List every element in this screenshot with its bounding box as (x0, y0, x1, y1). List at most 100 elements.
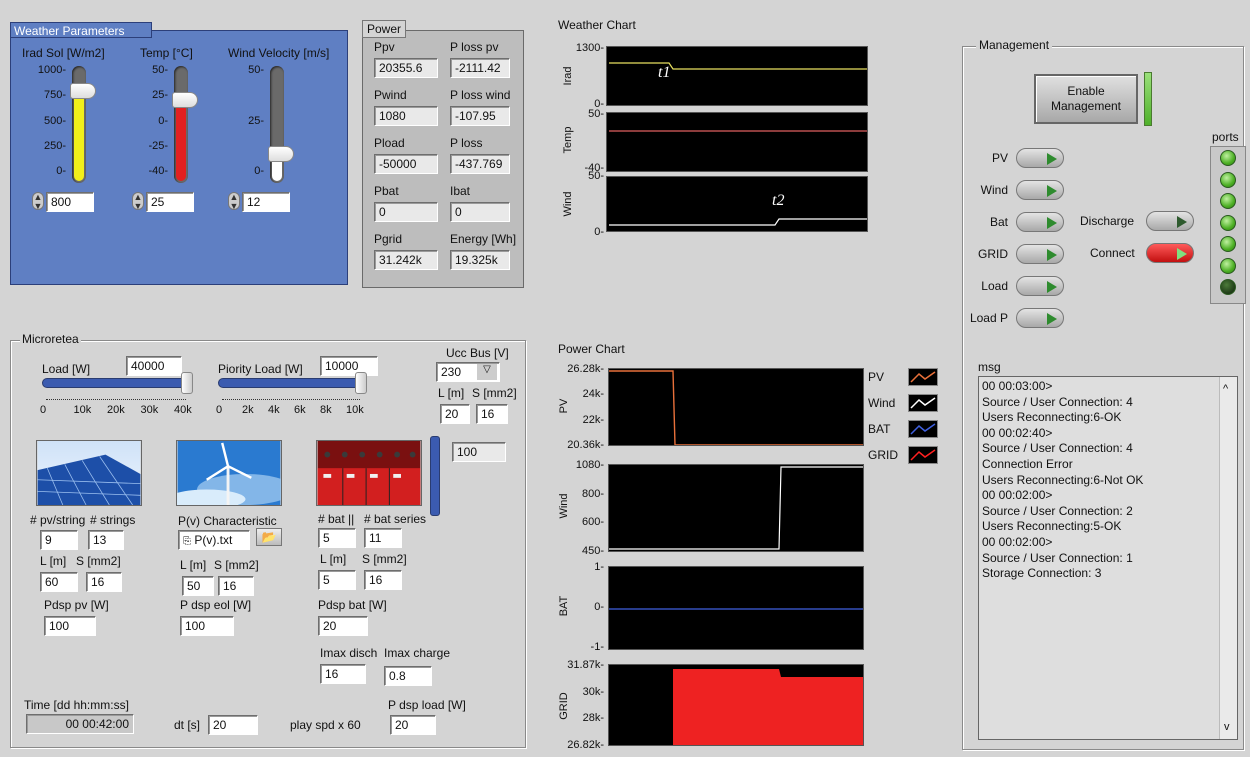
tick-label: 250- (43, 139, 66, 152)
temp-input[interactable]: 25 (146, 192, 194, 212)
load-label: Load [W] (42, 362, 91, 376)
wind-series-line (609, 218, 867, 226)
slider-tick-label: 10k (346, 404, 364, 416)
slider-tick-label: 2k (242, 404, 254, 416)
wind-power-series-line (609, 466, 863, 550)
scroll-down-icon[interactable]: v (1224, 721, 1230, 733)
toggle-knob (1047, 249, 1057, 261)
ucc-l-input[interactable]: 20 (440, 404, 470, 424)
wind-slider[interactable] (268, 66, 294, 183)
irad-label: Irad Sol [W/m2] (22, 46, 105, 60)
power-item-value: 19.325k (450, 250, 510, 270)
irad-input[interactable]: 800 (46, 192, 94, 212)
bat-s-label: S [mm2] (362, 552, 407, 566)
power-ytick: 1080- (575, 459, 604, 471)
folder-open-icon[interactable]: 📂 (256, 528, 282, 546)
msg-line: 00 00:02:00> (982, 534, 1053, 549)
msg-lines: 00 00:03:00> Source / User Connection: 4U… (982, 379, 1218, 582)
source-toggle[interactable] (1016, 276, 1064, 296)
source-label: GRID (978, 247, 1008, 261)
power-item-label: P loss wind (450, 88, 511, 102)
battery-bank-image (316, 440, 422, 506)
pdsp-eol-input[interactable]: 100 (180, 616, 234, 636)
wind-input[interactable]: 12 (242, 192, 290, 212)
pv-s-input[interactable]: 16 (86, 572, 122, 592)
wind-spinner[interactable]: ▲ ▼ (228, 192, 240, 211)
pv-l-input[interactable]: 60 (40, 572, 78, 592)
pv-string-input[interactable]: 9 (40, 530, 78, 550)
source-toggle[interactable] (1016, 148, 1064, 168)
power-ytick: 800- (581, 487, 604, 500)
ucc-s-input[interactable]: 16 (476, 404, 508, 424)
wind-slider-thumb[interactable] (268, 145, 294, 162)
source-toggle[interactable] (1016, 308, 1064, 328)
source-label: Load (981, 279, 1008, 293)
scroll-up-icon[interactable]: ^ (1223, 383, 1228, 395)
pdsp-load-input[interactable]: 20 (390, 715, 436, 735)
source-toggle[interactable] (1016, 212, 1064, 232)
bat-l-input[interactable]: 5 (318, 570, 356, 590)
priority-load-slider-thumb[interactable] (355, 372, 367, 394)
pdsp-bat-input[interactable]: 20 (318, 616, 368, 636)
temp-slider-thumb[interactable] (172, 91, 198, 108)
strings-input[interactable]: 13 (88, 530, 124, 550)
msg-line: 00 00:02:40> (982, 425, 1053, 440)
slider-tick-label: 4k (268, 404, 280, 416)
tick-label: 0- (254, 165, 264, 177)
source-toggle[interactable] (1016, 244, 1064, 264)
load-input[interactable]: 40000 (126, 356, 182, 376)
legend-label: PV (868, 370, 885, 384)
priority-load-label: Piority Load [W] (218, 362, 303, 376)
irad-slider[interactable] (70, 66, 96, 183)
dt-input[interactable]: 20 (208, 715, 258, 735)
pv-characteristic-file: P(v).txt (194, 533, 233, 547)
imax-disch-input[interactable]: 16 (320, 664, 366, 684)
power-ytick: 600- (581, 516, 604, 529)
priority-load-input[interactable]: 10000 (320, 356, 378, 376)
slider-tick-label: 20k (107, 404, 125, 416)
time-display: 00 00:42:00 (26, 714, 134, 734)
source-label: PV (991, 151, 1008, 165)
legend-label: Wind (868, 396, 896, 410)
pdsp-pv-label: Pdsp pv [W] (44, 598, 109, 612)
pdsp-pv-input[interactable]: 100 (44, 616, 96, 636)
temp-slider[interactable] (172, 66, 198, 183)
port-led (1220, 150, 1236, 166)
bat-series-input[interactable]: 11 (364, 528, 402, 548)
grid-series-area (673, 669, 863, 745)
msg-log[interactable]: 00 00:03:00> Source / User Connection: 4U… (978, 376, 1238, 740)
wind-ytick-bottom: 0- (594, 226, 604, 238)
priority-load-slider-ticks (222, 394, 360, 400)
temp-spinner[interactable]: ▲ ▼ (132, 192, 144, 211)
bat-parallel-label: # bat || (318, 512, 355, 526)
pv-characteristic-path[interactable]: ⎘ P(v).txt (178, 530, 250, 550)
enable-management-button[interactable]: Enable Management (1034, 74, 1138, 124)
source-toggle[interactable] (1016, 180, 1064, 200)
eol-s-input[interactable]: 16 (218, 576, 254, 596)
eol-l-input[interactable]: 50 (182, 576, 214, 596)
connect-toggle[interactable] (1146, 243, 1194, 263)
legend-swatch (908, 394, 938, 412)
source-label: Bat (989, 215, 1008, 229)
discharge-toggle[interactable] (1146, 211, 1194, 231)
path-icon: ⎘ (183, 536, 191, 547)
discharge-toggle-knob (1177, 216, 1187, 228)
tick-label: 25- (248, 114, 264, 127)
irad-spinner[interactable]: ▲ ▼ (32, 192, 44, 211)
ucc-bus-select[interactable]: 230 ▽ (436, 362, 500, 382)
imax-charge-input[interactable]: 0.8 (384, 666, 432, 686)
priority-load-slider[interactable] (218, 372, 367, 394)
msg-scrollbar[interactable]: ^ v (1219, 377, 1237, 739)
source-label: Load P (969, 311, 1008, 325)
power-item-label: Pwind (374, 88, 407, 102)
load-slider[interactable] (42, 372, 193, 394)
power-item-label: Ibat (450, 184, 471, 198)
load-slider-thumb[interactable] (181, 372, 193, 394)
bat-s-input[interactable]: 16 (364, 570, 402, 590)
pv-axis-title: PV (558, 398, 570, 414)
irad-slider-thumb[interactable] (70, 82, 96, 99)
power-ytick: 450- (581, 545, 604, 557)
wind-ytick-top: 50- (588, 170, 604, 182)
msg-line: Source / User Connection: 2 (982, 503, 1133, 518)
bat-parallel-input[interactable]: 5 (318, 528, 356, 548)
